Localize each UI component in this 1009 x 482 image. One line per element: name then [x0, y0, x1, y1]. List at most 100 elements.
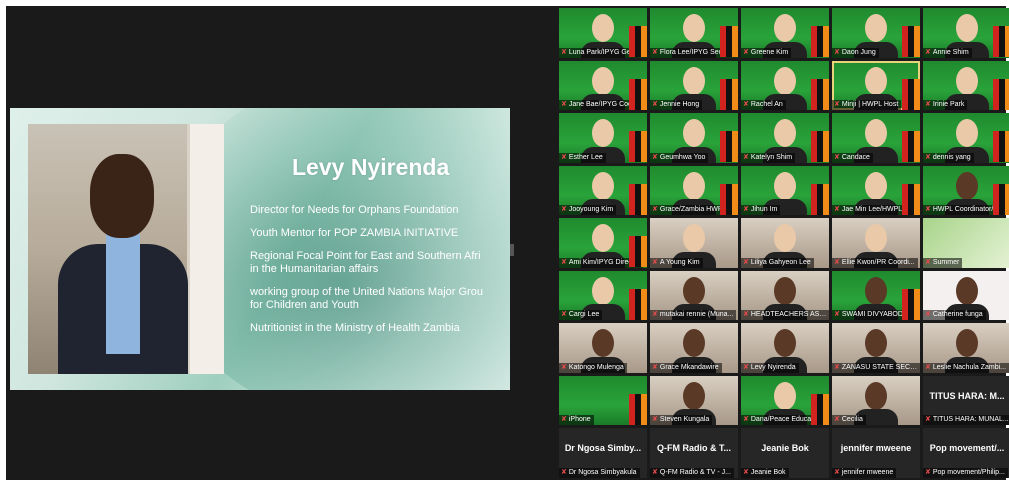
participant-video [683, 276, 705, 305]
participant-tile[interactable]: ✘ Katongo Mulenga [559, 323, 647, 373]
slide-line: Regional Focal Point for East and Southe… [250, 250, 481, 275]
participant-tile[interactable]: ✘ Jane Bae/IPYG Coordi... [559, 60, 647, 110]
participant-tile[interactable]: Jeanie Bok ✘ Jeanie Bok [741, 428, 829, 478]
muted-mic-icon: ✘ [743, 468, 749, 476]
participant-display-name: jennifer mweene [840, 443, 912, 453]
participant-tile[interactable]: ✘ A Young Kim [650, 218, 738, 268]
participant-tile[interactable]: ✘ Irinie Park [923, 60, 1009, 110]
participant-tile[interactable]: ✘ Ellie Kwon/PR Coordi... [832, 218, 920, 268]
participant-video [774, 329, 796, 357]
participant-name: Steven Kungala [659, 416, 710, 423]
participant-name: Katongo Mulenga [568, 363, 624, 371]
muted-mic-icon: ✘ [925, 416, 931, 423]
participant-name: Greene Kim [750, 48, 789, 56]
participant-tile[interactable]: ✘ Jennie Hong [650, 60, 738, 110]
muted-mic-icon: ✘ [652, 206, 658, 213]
muted-mic-icon: ✘ [834, 468, 840, 476]
participant-tile[interactable]: ✘ SWAMI DIVYABODHA... [832, 270, 920, 320]
participant-tile[interactable]: ✘ Cecilia [832, 375, 920, 425]
participant-name-label: ✘ Annie Shim [923, 47, 972, 58]
participant-name: Ami Kim/IPYG Director [568, 258, 641, 266]
participant-tile[interactable]: ✘ Catherine funga [923, 270, 1009, 320]
participant-tile[interactable]: ✘ Grace Mkandawire [650, 323, 738, 373]
participant-tile[interactable]: ✘ Flora Lee/IPYG Secret... [650, 8, 738, 58]
participant-name: Minji | HWPL Host [841, 101, 899, 108]
participant-tile[interactable]: TITUS HARA: M... ✘ TITUS HARA: MUNAL... [923, 375, 1009, 425]
participant-video [683, 119, 705, 147]
participant-video [774, 119, 796, 147]
participant-name-label: ✘ HWPL Coordinator/C... [923, 205, 1008, 215]
participant-tile[interactable]: ✘ mutakai rennie (Muna... [650, 270, 738, 320]
participant-video [592, 224, 614, 252]
participant-tile[interactable]: ✘ Candace [832, 113, 920, 163]
participant-tile[interactable]: ✘ Jihun Im [741, 165, 829, 215]
participant-tile[interactable]: ✘ ZANASU STATE SECR... [832, 323, 920, 373]
muted-mic-icon: ✘ [925, 258, 931, 266]
participant-tile[interactable]: ✘ Levy Nyirenda [741, 323, 829, 373]
participant-name-label: ✘ Jane Bae/IPYG Coordi... [559, 100, 647, 110]
participant-tile[interactable]: ✘ Jae Min Lee/HWPL [832, 165, 920, 215]
participant-tile[interactable]: ✘ Leslie Nachula Zambi... [923, 323, 1009, 373]
participant-name: Irinie Park [932, 101, 965, 108]
participant-video [956, 171, 978, 200]
muted-mic-icon: ✘ [834, 153, 840, 161]
participant-tile[interactable]: ✘ Daon Jung [832, 8, 920, 58]
participant-name: Rachel An [750, 101, 783, 108]
participant-tile[interactable]: ✘ dennis yang [923, 113, 1009, 163]
participant-name-label: ✘ Q-FM Radio & TV - J... [650, 467, 734, 478]
muted-mic-icon: ✘ [652, 363, 658, 371]
participant-tile[interactable]: ✘ Ami Kim/IPYG Director [559, 218, 647, 268]
participant-tile[interactable]: ✘ iPhone [559, 375, 647, 425]
participant-name-label: ✘ Grace/Zambia HWPL [650, 205, 730, 215]
participant-display-name: Pop movement/... [929, 443, 1005, 453]
participant-tile[interactable]: ✘ HWPL Coordinator/C... [923, 165, 1009, 215]
participant-tile[interactable]: ✘ Grace/Zambia HWPL [650, 165, 738, 215]
muted-mic-icon: ✘ [743, 258, 749, 266]
participant-tile[interactable]: ✘ Summer [923, 218, 1009, 268]
participant-tile[interactable]: Q-FM Radio & T... ✘ Q-FM Radio & TV - J... [650, 428, 738, 478]
participant-tile[interactable]: ✘ Greene Kim [741, 8, 829, 58]
participant-tile[interactable]: ✘ HEADTEACHERS ASS... [741, 270, 829, 320]
muted-mic-icon: ✘ [834, 363, 840, 371]
participant-name-label: ✘ Pop movement/Philip... [923, 467, 1008, 478]
participant-video [865, 381, 887, 410]
participant-tile[interactable]: ✘ Esther Lee [559, 113, 647, 163]
participant-display-name: TITUS HARA: M... [929, 390, 1005, 401]
participant-name: Geumhwa Yoo [659, 153, 706, 161]
participant-tile[interactable]: ✘ Cargi Lee [559, 270, 647, 320]
participant-tile[interactable]: ✘ Luna Park/IPYG Gener... [559, 8, 647, 58]
muted-mic-icon: ✘ [652, 311, 658, 318]
participant-name: Cecilia [841, 416, 863, 423]
participant-video [865, 66, 887, 95]
participant-tile[interactable]: ✘ Liliya Gahyeon Lee [741, 218, 829, 268]
participant-video [865, 224, 887, 252]
participant-name: SWAMI DIVYABODHA... [841, 311, 919, 318]
participant-tile[interactable]: ✘ Dana/Peace Education [741, 375, 829, 425]
split-resize-handle[interactable] [510, 244, 514, 256]
shared-screen[interactable]: Levy Nyirenda Director for Needs for Orp… [10, 108, 510, 390]
participant-name: Jane Bae/IPYG Coordi... [568, 101, 646, 108]
participant-video [592, 66, 614, 95]
participant-name: HWPL Coordinator/C... [932, 206, 1005, 213]
participant-tile[interactable]: ✘ Rachel An [741, 60, 829, 110]
participant-tile[interactable]: ✘ Geumhwa Yoo [650, 113, 738, 163]
participant-name-label: ✘ Summer [923, 257, 963, 268]
participant-name-label: ✘ Daon Jung [832, 47, 879, 58]
participant-video [956, 14, 978, 42]
participant-name: Grace Mkandawire [659, 363, 719, 371]
participant-name: Ellie Kwon/PR Coordi... [841, 258, 915, 266]
participant-tile[interactable]: ✘ Steven Kungala [650, 375, 738, 425]
participant-tile[interactable]: Pop movement/... ✘ Pop movement/Philip... [923, 428, 1009, 478]
participant-name-label: ✘ Cecilia [832, 415, 866, 425]
participant-name: Jooyoung Kim [568, 206, 614, 213]
participant-tile[interactable]: jennifer mweene ✘ jennifer mweene [832, 428, 920, 478]
participant-tile[interactable]: ✘ Annie Shim [923, 8, 1009, 58]
participant-tile[interactable]: Dr Ngosa Simby... ✘ Dr Ngosa Simbyakula [559, 428, 647, 478]
muted-mic-icon: ✘ [652, 153, 658, 161]
muted-mic-icon: ✘ [925, 363, 931, 371]
muted-mic-icon: ✘ [561, 416, 567, 423]
participant-tile[interactable]: ✘ Katelyn Shim [741, 113, 829, 163]
participant-tile[interactable]: ✘ Jooyoung Kim [559, 165, 647, 215]
participant-tile[interactable]: ✘ Minji | HWPL Host [832, 60, 920, 110]
participant-name-label: ✘ iPhone [559, 415, 594, 425]
